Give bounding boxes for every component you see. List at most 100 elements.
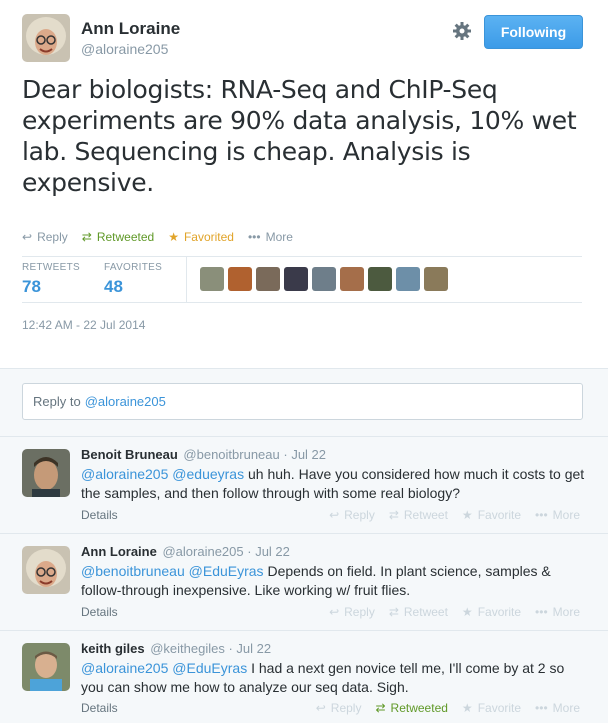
details-link[interactable]: Details — [81, 508, 118, 522]
favoriter-avatar[interactable] — [228, 267, 252, 291]
retweets-count: 78 — [22, 277, 41, 296]
reply-icon: ↩ — [315, 701, 326, 715]
more-action[interactable]: ••• More — [535, 508, 580, 522]
more-label: More — [552, 508, 580, 522]
reply-time[interactable]: · Jul 22 — [283, 447, 326, 462]
reply-author-handle[interactable]: @keithegiles — [150, 641, 225, 656]
ellipsis-icon: ••• — [535, 701, 548, 715]
more-action[interactable]: ••• More — [535, 701, 580, 715]
retweet-action[interactable]: ⇄ Retweeted — [375, 701, 447, 715]
star-icon: ★ — [461, 701, 473, 715]
reply-header: keith giles @keithegiles · Jul 22 — [81, 641, 271, 656]
reply-mention: @aloraine205 — [84, 394, 166, 409]
retweet-icon: ⇄ — [81, 230, 92, 244]
reply-author-handle[interactable]: @benoitbruneau — [183, 447, 279, 462]
reply-time[interactable]: · Jul 22 — [247, 544, 290, 559]
mention-link[interactable]: @aloraine205 — [81, 660, 168, 676]
details-link[interactable]: Details — [81, 701, 118, 715]
retweet-label: Retweet — [403, 605, 448, 619]
more-action[interactable]: ••• More — [248, 230, 293, 244]
ellipsis-icon: ••• — [535, 605, 548, 619]
reply-item[interactable]: Benoit Bruneau @benoitbruneau · Jul 22 @… — [0, 436, 608, 533]
favoriter-avatar[interactable] — [368, 267, 392, 291]
reply-icon: ↩ — [329, 605, 340, 619]
favorite-action[interactable]: ★ Favorite — [462, 701, 521, 715]
following-button[interactable]: Following — [484, 15, 583, 49]
favorites-stat[interactable]: FAVORITES 48 — [104, 262, 162, 297]
mention-link[interactable]: @EduEyras — [172, 660, 247, 676]
reply-action[interactable]: ↩ Reply — [316, 701, 362, 715]
tweet-actions: ↩ Reply ⇄ Retweeted ★ Favorited ••• More — [22, 228, 307, 246]
tweet-text: Dear biologists: RNA-Seq and ChIP-Seq ex… — [22, 75, 577, 197]
reply-label: Reply — [37, 230, 68, 244]
reply-text: @aloraine205 @EduEyras I had a next gen … — [81, 659, 586, 697]
favoriter-avatar[interactable] — [312, 267, 336, 291]
author-avatar[interactable] — [22, 14, 70, 62]
details-link[interactable]: Details — [81, 605, 118, 619]
gear-icon[interactable] — [452, 21, 472, 41]
retweet-action[interactable]: ⇄ Retweet — [389, 508, 448, 522]
reply-label: Reply — [330, 701, 362, 715]
reply-avatar[interactable] — [22, 449, 70, 497]
reply-author-name[interactable]: Ann Loraine — [81, 544, 157, 559]
reply-icon: ↩ — [22, 230, 33, 244]
reply-label: Reply — [344, 508, 375, 522]
retweet-action[interactable]: ⇄ Retweeted — [82, 230, 154, 244]
reply-item[interactable]: keith giles @keithegiles · Jul 22 @alora… — [0, 630, 608, 723]
reply-icon: ↩ — [329, 508, 340, 522]
favorite-action[interactable]: ★ Favorite — [462, 605, 521, 619]
favorites-count: 48 — [104, 277, 123, 296]
reply-text: @benoitbruneau @EduEyras Depends on fiel… — [81, 562, 586, 600]
favoriter-avatar[interactable] — [340, 267, 364, 291]
reply-time[interactable]: · Jul 22 — [228, 641, 271, 656]
more-label: More — [552, 701, 580, 715]
retweet-label: Retweet — [403, 508, 448, 522]
favoriter-avatar[interactable] — [200, 267, 224, 291]
replies-section: Reply to @aloraine205 Benoit Bruneau @be… — [0, 368, 608, 723]
more-action[interactable]: ••• More — [535, 605, 580, 619]
tweet-timestamp[interactable]: 12:42 AM - 22 Jul 2014 — [22, 318, 145, 332]
reply-action[interactable]: ↩ Reply — [22, 230, 68, 244]
favoriter-avatars — [200, 267, 452, 291]
mention-link[interactable]: @EduEyras — [189, 563, 264, 579]
retweeted-label: Retweeted — [390, 701, 448, 715]
stats-separator — [186, 256, 187, 302]
favoriter-avatar[interactable] — [256, 267, 280, 291]
reply-text: @aloraine205 @edueyras uh huh. Have you … — [81, 465, 586, 503]
reply-input[interactable]: Reply to @aloraine205 — [22, 383, 583, 420]
ellipsis-icon: ••• — [247, 230, 261, 244]
reply-label: Reply — [344, 605, 375, 619]
retweets-stat[interactable]: RETWEETS 78 — [22, 262, 80, 297]
reply-actions: ↩ Reply ⇄ Retweet ★ Favorite ••• More — [315, 508, 580, 522]
star-icon: ★ — [461, 605, 473, 619]
reply-item[interactable]: Ann Loraine @aloraine205 · Jul 22 @benoi… — [0, 533, 608, 630]
mention-link[interactable]: @benoitbruneau — [81, 563, 185, 579]
reply-action[interactable]: ↩ Reply — [329, 508, 375, 522]
favorite-action[interactable]: ★ Favorited — [168, 230, 234, 244]
favorite-label: Favorite — [477, 701, 522, 715]
retweet-icon: ⇄ — [388, 605, 399, 619]
favorited-label: Favorited — [183, 230, 234, 244]
mention-link[interactable]: @edueyras — [172, 466, 244, 482]
retweet-action[interactable]: ⇄ Retweet — [389, 605, 448, 619]
reply-avatar[interactable] — [22, 643, 70, 691]
reply-author-handle[interactable]: @aloraine205 — [162, 544, 243, 559]
reply-prefix: Reply to — [33, 394, 81, 409]
stats-divider-top — [22, 256, 582, 257]
star-icon: ★ — [461, 508, 473, 522]
mention-link[interactable]: @aloraine205 — [81, 466, 168, 482]
reply-action[interactable]: ↩ Reply — [329, 605, 375, 619]
favorite-action[interactable]: ★ Favorite — [462, 508, 521, 522]
author-name[interactable]: Ann Loraine — [81, 19, 180, 39]
reply-actions: ↩ Reply ⇄ Retweeted ★ Favorite ••• More — [302, 701, 580, 715]
reply-avatar[interactable] — [22, 546, 70, 594]
favorite-label: Favorite — [477, 508, 522, 522]
ellipsis-icon: ••• — [535, 508, 548, 522]
reply-author-name[interactable]: keith giles — [81, 641, 145, 656]
favoriter-avatar[interactable] — [284, 267, 308, 291]
reply-author-name[interactable]: Benoit Bruneau — [81, 447, 178, 462]
favoriter-avatar[interactable] — [396, 267, 420, 291]
author-handle[interactable]: @aloraine205 — [81, 41, 168, 57]
favoriter-avatar[interactable] — [424, 267, 448, 291]
retweeted-label: Retweeted — [96, 230, 155, 244]
